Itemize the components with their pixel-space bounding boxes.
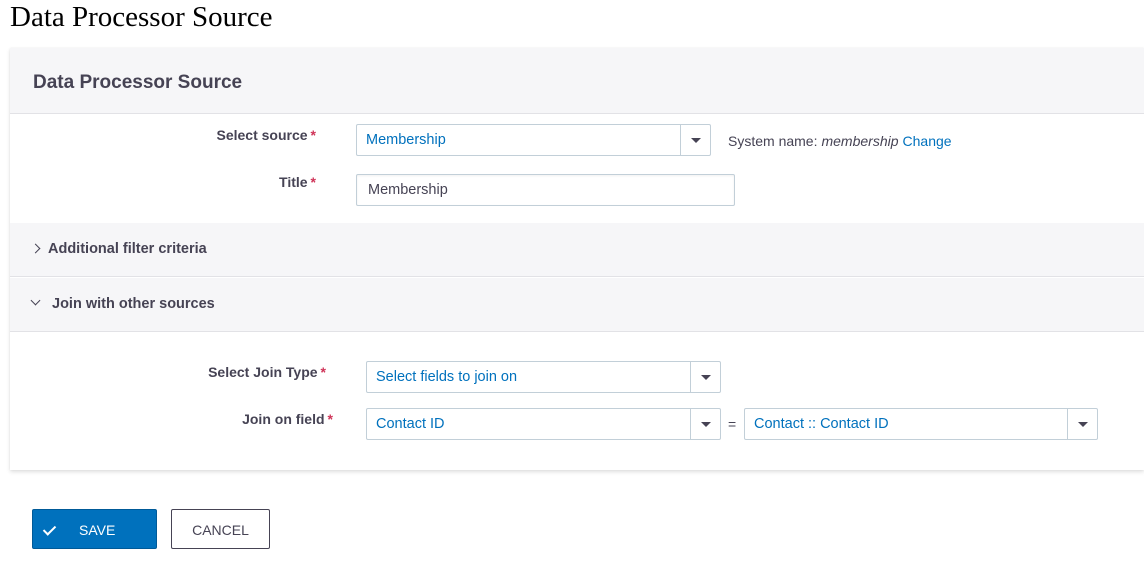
- dropdown-toggle[interactable]: [680, 125, 710, 155]
- required-marker: *: [327, 411, 333, 427]
- equals-sign: =: [728, 416, 737, 432]
- accordion-additional-filter[interactable]: Additional filter criteria: [10, 223, 1144, 277]
- join-field-left-value: Contact ID: [376, 416, 445, 432]
- system-name: System name: membership Change: [728, 133, 952, 149]
- system-name-value: membership: [821, 133, 899, 149]
- join-type-value: Select fields to join on: [376, 369, 518, 385]
- save-button[interactable]: Save: [32, 509, 157, 549]
- panel-header: Data Processor Source: [10, 48, 1144, 114]
- required-marker: *: [310, 174, 316, 190]
- join-type-dropdown[interactable]: Select fields to join on: [366, 361, 721, 393]
- select-source-label: Select source *: [180, 127, 316, 143]
- cancel-button-label: Cancel: [192, 522, 249, 538]
- chevron-right-icon: [30, 243, 41, 254]
- select-source-dropdown[interactable]: Membership: [356, 124, 711, 156]
- change-system-name-link[interactable]: Change: [903, 133, 952, 149]
- accordion-filter-title: Additional filter criteria: [48, 241, 207, 257]
- join-field-right-dropdown[interactable]: Contact :: Contact ID: [744, 408, 1098, 440]
- dropdown-toggle[interactable]: [690, 362, 720, 392]
- caret-down-icon: [701, 375, 711, 380]
- panel-title: Data Processor Source: [33, 72, 243, 93]
- select-source-value: Membership: [366, 132, 446, 148]
- dropdown-toggle[interactable]: [1067, 409, 1097, 439]
- caret-down-icon: [701, 422, 711, 427]
- join-field-label: Join on field *: [180, 411, 333, 427]
- accordion-join-title: Join with other sources: [52, 296, 215, 312]
- check-icon: [42, 522, 57, 536]
- join-field-right-value: Contact :: Contact ID: [754, 416, 889, 432]
- select-source-label-text: Select source: [216, 127, 308, 143]
- dropdown-toggle[interactable]: [690, 409, 720, 439]
- title-input[interactable]: [356, 174, 735, 206]
- required-marker: *: [310, 127, 316, 143]
- join-field-left-dropdown[interactable]: Contact ID: [366, 408, 721, 440]
- accordion-join-sources[interactable]: Join with other sources: [10, 278, 1144, 332]
- title-label: Title *: [180, 174, 316, 190]
- title-label-text: Title: [279, 174, 308, 190]
- join-field-label-text: Join on field: [242, 411, 325, 427]
- caret-down-icon: [691, 138, 701, 143]
- save-button-label: Save: [79, 522, 116, 538]
- caret-down-icon: [1078, 422, 1088, 427]
- page-title: Data Processor Source: [10, 1, 273, 33]
- required-marker: *: [320, 364, 326, 380]
- cancel-button[interactable]: Cancel: [171, 509, 270, 549]
- chevron-down-icon: [30, 295, 41, 306]
- join-type-label: Select Join Type *: [180, 364, 326, 380]
- system-name-label: System name:: [728, 133, 818, 149]
- join-type-label-text: Select Join Type: [208, 364, 318, 380]
